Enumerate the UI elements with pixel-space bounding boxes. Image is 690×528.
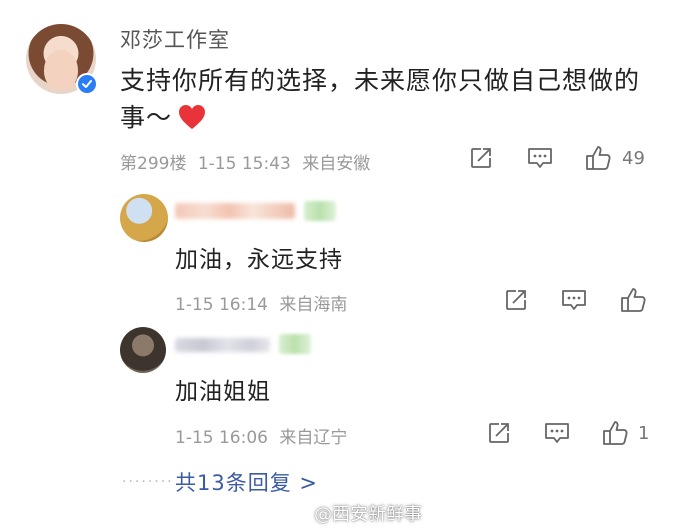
reply-location: 来自辽宁: [279, 428, 348, 448]
user-badge-icon: [304, 201, 336, 221]
comment-icon[interactable]: [560, 287, 588, 313]
thread-line-dots: ········: [122, 474, 174, 490]
comment-location: 来自安徽: [302, 154, 371, 174]
reply-meta: 1-15 16:06 来自辽宁: [175, 423, 347, 448]
like-icon[interactable]: [619, 285, 647, 313]
reply-time: 1-15 16:06: [175, 428, 268, 448]
share-icon[interactable]: [486, 420, 512, 446]
comment-meta: 第299楼 1-15 15:43 来自安徽: [120, 149, 370, 174]
comment-text: 支持你所有的选择，未来愿你只做自己想做的事～: [120, 62, 660, 140]
share-icon[interactable]: [468, 145, 494, 171]
reply-meta: 1-15 16:14 来自海南: [175, 290, 347, 315]
verified-badge-icon: [76, 73, 98, 95]
like-icon[interactable]: [601, 418, 629, 446]
share-icon[interactable]: [503, 287, 529, 313]
reply-author-name[interactable]: [175, 203, 295, 219]
like-icon[interactable]: [584, 143, 612, 171]
comment-icon[interactable]: [543, 420, 571, 446]
reply-avatar[interactable]: [120, 194, 168, 242]
reply-text: 加油，永远支持: [175, 247, 343, 273]
like-count: 1: [638, 423, 650, 444]
watermark-text: @西安新鲜事: [314, 504, 422, 525]
comment-icon[interactable]: [526, 145, 554, 171]
floor-number: 第299楼: [120, 154, 187, 174]
user-badge-icon: [279, 334, 311, 354]
reply-text: 加油姐姐: [175, 379, 271, 405]
reply-time: 1-15 16:14: [175, 295, 268, 315]
comment-author-name[interactable]: 邓莎工作室: [120, 24, 230, 54]
weibo-logo-icon: [288, 502, 310, 525]
more-replies-link[interactable]: 共13条回复 >: [175, 467, 318, 497]
watermark: @西安新鲜事: [288, 500, 422, 526]
reply-author-name[interactable]: [175, 338, 270, 352]
heart-icon: [178, 103, 206, 140]
like-count: 49: [622, 148, 645, 169]
reply-location: 来自海南: [279, 295, 348, 315]
reply-avatar[interactable]: [120, 327, 166, 373]
comment-time: 1-15 15:43: [197, 154, 291, 174]
